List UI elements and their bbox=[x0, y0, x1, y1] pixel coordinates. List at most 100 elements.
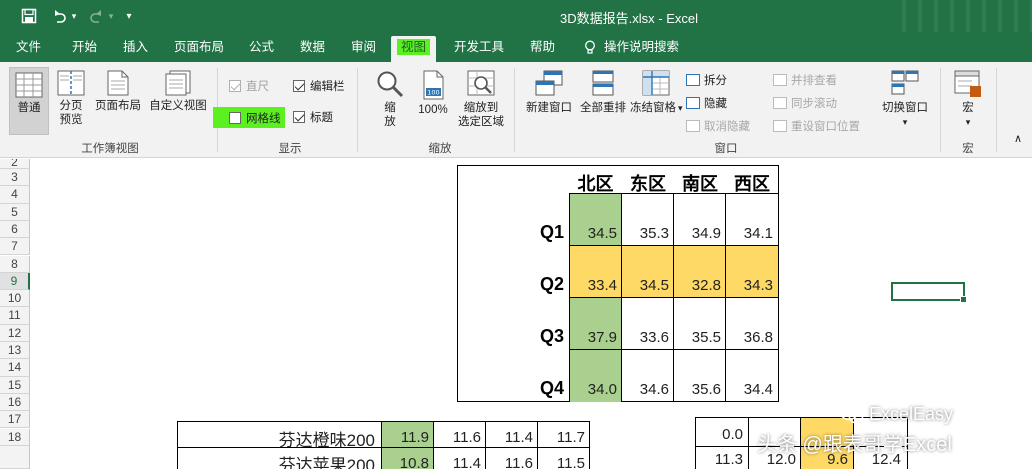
unhide-label: 取消隐藏 bbox=[704, 121, 750, 133]
table-cell[interactable]: 0.0 bbox=[696, 426, 748, 443]
ruler-checkbox[interactable]: 直尺 bbox=[229, 78, 269, 94]
row-header[interactable]: 5 bbox=[0, 203, 30, 221]
row-header[interactable]: 11 bbox=[0, 307, 30, 325]
table-cell[interactable]: 34.9 bbox=[674, 225, 726, 242]
table-cell[interactable]: 33.4 bbox=[570, 277, 622, 294]
zoom-to-selection-button[interactable]: 缩放到 选定区域 bbox=[455, 70, 507, 129]
row-header[interactable]: 6 bbox=[0, 220, 30, 239]
hide-button[interactable]: 隐藏 bbox=[686, 95, 727, 111]
table-cell[interactable]: 34.6 bbox=[622, 381, 674, 398]
formula-bar-checkbox[interactable]: 编辑栏 bbox=[293, 78, 345, 94]
table-cell[interactable]: 11.4 bbox=[486, 429, 538, 446]
table-cell[interactable]: 35.6 bbox=[674, 381, 726, 398]
table-cell[interactable]: 11.4 bbox=[434, 455, 486, 469]
table-cell[interactable]: 34.5 bbox=[570, 225, 622, 242]
table-cell[interactable]: 34.1 bbox=[726, 225, 778, 242]
macros-button[interactable]: 宏 ▾ bbox=[948, 70, 988, 129]
window-group-label: 窗口 bbox=[714, 143, 738, 155]
table-cell[interactable]: 11.7 bbox=[538, 429, 590, 446]
table-cell[interactable]: 11.5 bbox=[538, 455, 590, 469]
table-cell[interactable]: 34.3 bbox=[726, 277, 778, 294]
customize-toolbar-icon[interactable]: ▾ bbox=[122, 6, 136, 26]
switch-windows-button[interactable]: 切换窗口 ▾ bbox=[877, 70, 933, 129]
zoom-100-badge: 100 bbox=[427, 89, 439, 97]
table-cell[interactable]: 32.8 bbox=[674, 277, 726, 294]
row-header[interactable]: 8 bbox=[0, 255, 30, 273]
page-break-preview-button[interactable]: 分页 预览 bbox=[53, 70, 89, 127]
table-cell[interactable]: 11.3 bbox=[696, 451, 748, 468]
split-button[interactable]: 拆分 bbox=[686, 72, 727, 88]
tab-review[interactable]: 审阅 bbox=[345, 36, 382, 58]
table-cell[interactable]: 37.9 bbox=[570, 329, 622, 346]
tab-developer[interactable]: 开发工具 bbox=[448, 36, 510, 58]
window-title: 3D数据报告.xlsx - Excel bbox=[560, 11, 698, 26]
row-header[interactable]: 7 bbox=[0, 238, 30, 256]
row-header[interactable] bbox=[0, 445, 30, 469]
table-cell[interactable]: 33.6 bbox=[622, 329, 674, 346]
tab-help[interactable]: 帮助 bbox=[524, 36, 561, 58]
arrange-all-button[interactable]: 全部重排 bbox=[577, 70, 629, 115]
undo-icon[interactable] bbox=[48, 6, 70, 26]
magnifier-icon bbox=[377, 71, 404, 98]
table-cell[interactable]: 11.6 bbox=[434, 429, 486, 446]
zoom-100-button[interactable]: 100 100% bbox=[413, 70, 453, 117]
row-header[interactable]: 12 bbox=[0, 324, 30, 342]
tab-formulas[interactable]: 公式 bbox=[243, 36, 280, 58]
redo-icon[interactable] bbox=[86, 6, 108, 26]
redo-dropdown-icon[interactable]: ▾ bbox=[106, 6, 116, 26]
new-window-button[interactable]: 新建窗口 bbox=[523, 70, 575, 115]
side-by-side-label: 并排查看 bbox=[791, 75, 837, 87]
table-cell[interactable]: 10.8 bbox=[382, 455, 434, 469]
normal-view-button[interactable]: 普通 bbox=[9, 67, 49, 135]
file-title: 3D数据报告.xlsx bbox=[560, 11, 655, 26]
row-header[interactable]: 17 bbox=[0, 411, 30, 429]
reset-window-position-button[interactable]: 重设窗口位置 bbox=[773, 118, 860, 134]
active-cell-cursor[interactable] bbox=[891, 282, 967, 303]
row-header[interactable]: 18 bbox=[0, 428, 30, 446]
row-header[interactable]: 2 bbox=[0, 159, 30, 169]
zoom-button[interactable]: 缩 放 bbox=[372, 70, 408, 129]
row-header[interactable]: 4 bbox=[0, 186, 30, 204]
row-header[interactable]: 14 bbox=[0, 359, 30, 377]
freeze-panes-button[interactable]: 冻结窗格 ▾ bbox=[630, 70, 683, 115]
table-cell[interactable]: 35.3 bbox=[622, 225, 674, 242]
table-cell[interactable]: 34.4 bbox=[726, 381, 778, 398]
table-cell[interactable]: 11.6 bbox=[486, 455, 538, 469]
table-cell[interactable]: 11.9 bbox=[382, 429, 434, 446]
save-icon[interactable] bbox=[18, 6, 40, 26]
gridlines-check-icon bbox=[229, 111, 241, 124]
row-header[interactable]: 10 bbox=[0, 290, 30, 308]
custom-views-button[interactable]: 自定义视图 bbox=[146, 70, 210, 113]
table-cell[interactable]: 35.5 bbox=[674, 329, 726, 346]
row-header-selected[interactable]: 9 bbox=[0, 272, 30, 291]
split-icon bbox=[686, 74, 700, 86]
tab-page-layout[interactable]: 页面布局 bbox=[168, 36, 230, 58]
tab-data[interactable]: 数据 bbox=[294, 36, 331, 58]
row-header[interactable]: 13 bbox=[0, 342, 30, 360]
table-cell[interactable]: 36.8 bbox=[726, 329, 778, 346]
row-header[interactable]: 15 bbox=[0, 376, 30, 394]
table-cell[interactable]: 34.5 bbox=[622, 277, 674, 294]
hide-label: 隐藏 bbox=[704, 98, 727, 110]
hide-icon bbox=[686, 97, 700, 109]
headings-checkbox[interactable]: 标题 bbox=[293, 109, 333, 125]
row-header[interactable]: 16 bbox=[0, 393, 30, 412]
sync-scroll-label: 同步滚动 bbox=[791, 98, 837, 110]
table-cell[interactable]: 34.0 bbox=[570, 381, 622, 398]
tab-insert[interactable]: 插入 bbox=[117, 36, 154, 58]
page-layout-view-button[interactable]: 页面布局 bbox=[92, 70, 144, 113]
synchronous-scrolling-button[interactable]: 同步滚动 bbox=[773, 95, 837, 111]
collapse-ribbon-icon[interactable]: ∧ bbox=[1010, 132, 1026, 146]
view-side-by-side-button[interactable]: 并排查看 bbox=[773, 72, 837, 88]
new-window-icon bbox=[535, 70, 563, 96]
unhide-button[interactable]: 取消隐藏 bbox=[686, 118, 750, 134]
tab-file[interactable]: 文件 bbox=[10, 36, 47, 58]
gridlines-checkbox[interactable]: 网格线 bbox=[213, 107, 285, 128]
row-label-q2: Q2 bbox=[539, 274, 564, 294]
undo-dropdown-icon[interactable]: ▾ bbox=[68, 6, 80, 26]
tell-me-search[interactable]: 操作说明搜索 bbox=[578, 36, 685, 58]
zoom-100-label: 100% bbox=[418, 104, 448, 116]
row-header[interactable]: 3 bbox=[0, 169, 30, 187]
tab-view[interactable]: 视图 bbox=[391, 36, 437, 62]
tab-home[interactable]: 开始 bbox=[66, 36, 103, 58]
